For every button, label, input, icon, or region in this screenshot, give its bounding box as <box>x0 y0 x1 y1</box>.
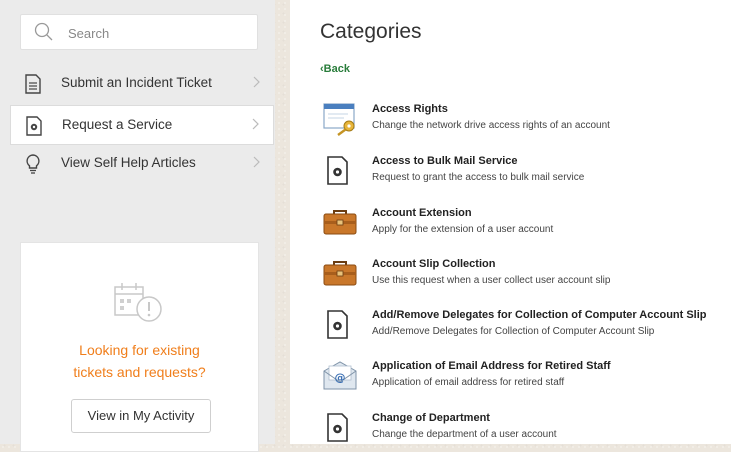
message-line-1: Looking for existing <box>79 342 200 358</box>
search-box[interactable]: Search <box>20 14 258 50</box>
service-doc-icon <box>327 310 348 339</box>
category-item-account-extension[interactable]: Account Extension Apply for the extensio… <box>322 206 731 250</box>
document-icon <box>25 74 41 94</box>
category-name: Access to Bulk Mail Service <box>372 155 518 167</box>
category-description: Apply for the extension of a user accoun… <box>372 224 554 235</box>
search-input[interactable]: Search <box>68 26 109 41</box>
category-name: Account Extension <box>372 207 472 219</box>
category-name: Application of Email Address for Retired… <box>372 360 611 372</box>
category-item-access-rights[interactable]: Access Rights Change the network drive a… <box>322 102 731 146</box>
categories-panel: Categories ‹Back Access Rights Change th… <box>290 0 731 444</box>
back-link[interactable]: ‹Back <box>320 63 350 75</box>
category-item-email-retired-staff[interactable]: @ Application of Email Address for Retir… <box>322 359 731 403</box>
category-description: Change the department of a user account <box>372 429 557 440</box>
category-item-account-slip-collection[interactable]: Account Slip Collection Use this request… <box>322 257 731 301</box>
sidebar: Search Submit an Incident Ticket Request… <box>0 0 275 452</box>
category-description: Use this request when a user collect use… <box>372 275 611 286</box>
category-name: Change of Department <box>372 412 490 424</box>
category-description: Request to grant the access to bulk mail… <box>372 172 585 183</box>
back-label: Back <box>323 63 350 75</box>
category-item-delegates[interactable]: Add/Remove Delegates for Collection of C… <box>322 308 731 352</box>
category-item-bulk-mail[interactable]: Access to Bulk Mail Service Request to g… <box>322 154 731 198</box>
category-description: Change the network drive access rights o… <box>372 120 610 131</box>
category-item-change-department[interactable]: Change of Department Change the departme… <box>322 411 731 444</box>
category-description: Add/Remove Delegates for Collection of C… <box>372 326 655 337</box>
sidebar-item-request-service[interactable]: Request a Service <box>10 105 274 145</box>
chevron-right-icon <box>252 118 259 130</box>
search-icon <box>34 22 53 41</box>
category-name: Add/Remove Delegates for Collection of C… <box>372 309 707 321</box>
service-doc-icon <box>327 413 348 442</box>
service-doc-icon <box>327 156 348 185</box>
svg-text:@: @ <box>335 371 346 384</box>
key-window-icon <box>323 103 355 136</box>
sidebar-item-label: Request a Service <box>62 117 173 132</box>
my-activity-card: Looking for existing tickets and request… <box>20 242 259 452</box>
briefcase-icon <box>323 261 357 286</box>
service-request-icon <box>26 116 42 136</box>
existing-tickets-message: Looking for existing tickets and request… <box>21 339 258 383</box>
view-my-activity-button[interactable]: View in My Activity <box>71 399 211 433</box>
sidebar-item-label: Submit an Incident Ticket <box>61 75 212 90</box>
category-description: Application of email address for retired… <box>372 377 565 388</box>
page-title: Categories <box>320 20 422 43</box>
sidebar-item-submit-incident[interactable]: Submit an Incident Ticket <box>10 64 274 104</box>
briefcase-icon <box>323 210 357 235</box>
category-name: Access Rights <box>372 103 448 115</box>
message-line-2: tickets and requests? <box>73 364 206 380</box>
chevron-right-icon <box>253 76 260 88</box>
calendar-alert-icon <box>114 283 162 322</box>
category-name: Account Slip Collection <box>372 258 496 270</box>
sidebar-item-label: View Self Help Articles <box>61 155 196 170</box>
sidebar-item-self-help[interactable]: View Self Help Articles <box>10 144 274 184</box>
email-envelope-icon: @ <box>323 361 357 390</box>
chevron-right-icon <box>253 156 260 168</box>
lightbulb-icon <box>26 154 40 174</box>
